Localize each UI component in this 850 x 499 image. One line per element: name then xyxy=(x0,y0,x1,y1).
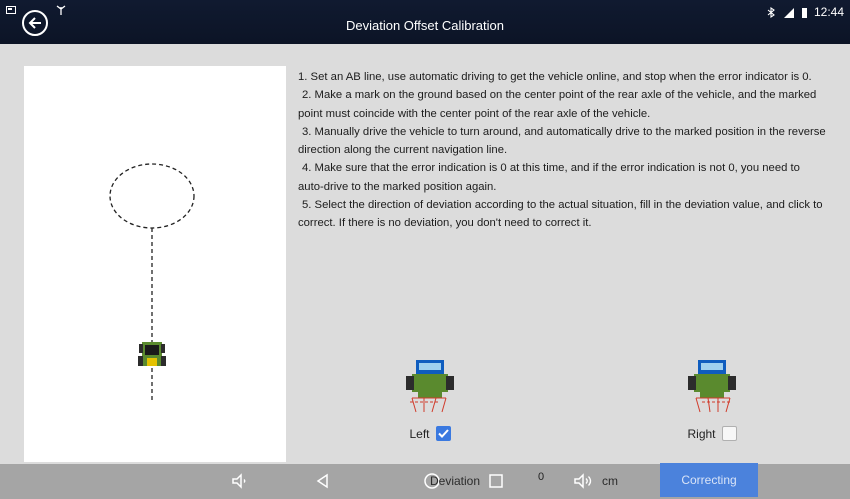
left-label: Left xyxy=(409,426,430,441)
instruction-1: 1. Set an AB line, use automatic driving… xyxy=(298,71,812,83)
instruction-5: 5. Select the direction of deviation acc… xyxy=(298,199,823,230)
left-checkbox[interactable] xyxy=(435,426,451,441)
checkmark-icon xyxy=(437,429,449,438)
right-label: Right xyxy=(687,426,716,441)
volume-down-button[interactable] xyxy=(230,471,250,496)
volume-up-icon xyxy=(574,473,592,489)
calibration-diagram xyxy=(24,66,286,462)
title-bar: Deviation Offset Calibration 12:44 xyxy=(0,0,850,44)
recents-button[interactable] xyxy=(486,471,506,496)
volume-up-button[interactable] xyxy=(572,471,594,496)
battery-icon xyxy=(801,7,807,18)
signal-icon xyxy=(783,7,794,18)
deviation-input[interactable]: 0 xyxy=(528,466,554,488)
page-title: Deviation Offset Calibration xyxy=(345,18,504,33)
right-option[interactable]: Right xyxy=(684,358,740,441)
turnaround-loop xyxy=(109,163,195,229)
right-checkbox[interactable] xyxy=(721,426,737,441)
volume-down-icon xyxy=(232,473,246,489)
bluetooth-icon xyxy=(767,6,775,18)
back-triangle-icon xyxy=(316,473,328,489)
instruction-2: 2. Make a mark on the ground based on th… xyxy=(298,89,817,120)
deviation-unit: cm xyxy=(602,474,618,488)
left-option[interactable]: Left xyxy=(402,358,458,441)
instruction-3: 3. Manually drive the vehicle to turn ar… xyxy=(298,125,826,157)
path-diagram-svg xyxy=(109,163,195,402)
back-nav-button[interactable] xyxy=(313,471,333,496)
clock: 12:44 xyxy=(813,5,844,19)
status-icons-right: 12:44 xyxy=(767,5,844,19)
tractor-icon xyxy=(138,342,166,366)
recents-square-icon xyxy=(489,474,503,488)
main-content: 1. Set an AB line, use automatic driving… xyxy=(0,44,850,464)
tractor-right-offset-icon xyxy=(688,360,736,413)
tractor-left-offset-icon xyxy=(406,360,454,413)
antenna-icon xyxy=(56,5,66,15)
instructions: 1. Set an AB line, use automatic driving… xyxy=(298,68,828,233)
instruction-4: 4. Make sure that the error indication i… xyxy=(298,162,800,193)
notification-icon xyxy=(6,6,16,14)
deviation-label: Deviation xyxy=(430,474,481,488)
correct-button[interactable]: Correcting xyxy=(660,463,758,497)
